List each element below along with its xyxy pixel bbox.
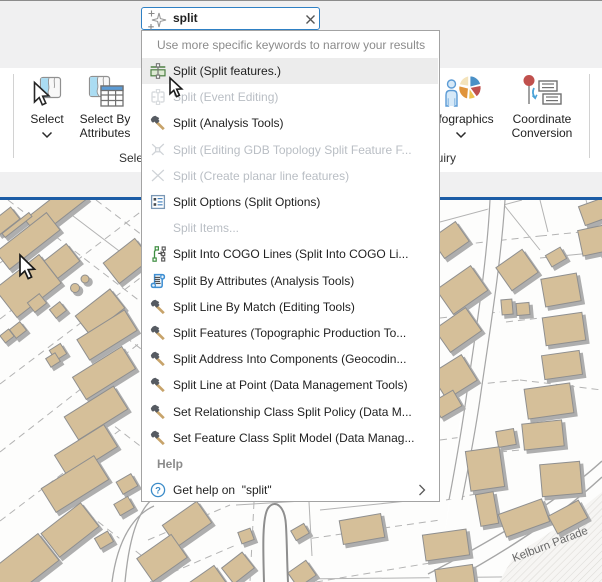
svg-text:?: ? (155, 486, 161, 497)
